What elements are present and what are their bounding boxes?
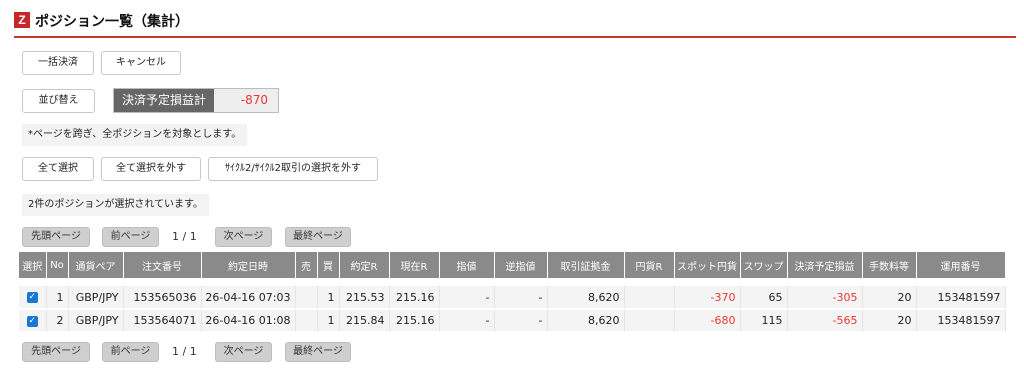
col-stop: 逆指値 xyxy=(494,252,548,278)
scope-note: *ページを跨ぎ、全ポジションを対象とします。 xyxy=(22,124,248,146)
table-header-row: 選択 No 通貨ペア 注文番号 約定日時 売 買 約定R 現在R 指値 逆指値 … xyxy=(19,252,1006,278)
cell-yen-rate xyxy=(624,309,675,333)
cell-no: 2 xyxy=(46,309,69,333)
checkmark-icon: ✓ xyxy=(26,292,38,303)
col-spot: スポット円貨 xyxy=(674,252,741,278)
cell-current: 215.16 xyxy=(389,286,440,310)
col-no: No xyxy=(46,252,69,278)
cell-swap: 65 xyxy=(740,286,788,310)
page-title: ポジション一覧（集計） xyxy=(35,14,189,30)
cell-spot: -370 xyxy=(674,286,741,310)
row-checkbox[interactable]: ✓ xyxy=(19,309,47,333)
col-margin: 取引証拠金 xyxy=(547,252,625,278)
row-checkbox[interactable]: ✓ xyxy=(19,286,47,310)
bulk-settle-button[interactable]: 一括決済 xyxy=(22,51,94,75)
cell-swap: 115 xyxy=(740,309,788,333)
cell-current: 215.16 xyxy=(389,309,440,333)
cancel-button[interactable]: キャンセル xyxy=(101,51,181,75)
col-yen-rate: 円貨R xyxy=(624,252,675,278)
col-limit: 指値 xyxy=(439,252,495,278)
col-pnl: 決済予定損益 xyxy=(787,252,863,278)
sort-button[interactable]: 並び替え xyxy=(22,89,95,113)
pnl-total-value: -870 xyxy=(214,89,278,112)
next-page-button[interactable]: 次ページ xyxy=(215,227,272,247)
cell-limit: - xyxy=(439,286,495,310)
col-order-no: 注文番号 xyxy=(123,252,202,278)
cell-op-no: 153481597 xyxy=(916,286,1006,310)
cell-buy: 1 xyxy=(317,286,340,310)
first-page-button[interactable]: 先頭ページ xyxy=(22,227,90,247)
cell-spot: -680 xyxy=(674,309,741,333)
page-indicator: 1 / 1 xyxy=(172,230,197,243)
cell-sell xyxy=(295,309,318,333)
brand-logo: Z xyxy=(14,12,30,28)
col-op-no: 運用番号 xyxy=(916,252,1006,278)
deselect-all-button[interactable]: 全て選択を外す xyxy=(101,157,201,181)
last-page-button-bottom[interactable]: 最終ページ xyxy=(285,342,351,362)
cell-buy: 1 xyxy=(317,309,340,333)
pnl-total-box: 決済予定損益計 -870 xyxy=(113,88,279,113)
next-page-button-bottom[interactable]: 次ページ xyxy=(215,342,272,362)
cell-stop: - xyxy=(494,309,548,333)
col-current: 現在R xyxy=(389,252,440,278)
cell-rate: 215.53 xyxy=(339,286,390,310)
col-select: 選択 xyxy=(19,252,47,278)
col-datetime: 約定日時 xyxy=(201,252,296,278)
positions-table: 選択 No 通貨ペア 注文番号 約定日時 売 買 約定R 現在R 指値 逆指値 … xyxy=(19,252,1006,333)
cell-pnl: -565 xyxy=(787,309,863,333)
cell-pnl: -305 xyxy=(787,286,863,310)
cell-order-no: 153564071 xyxy=(123,309,202,333)
cell-limit: - xyxy=(439,309,495,333)
cell-rate: 215.84 xyxy=(339,309,390,333)
cell-fee: 20 xyxy=(862,309,917,333)
table-row[interactable]: ✓ 2 GBP/JPY 153564071 26-04-16 01:08 1 2… xyxy=(19,309,1006,333)
selection-status: 2件のポジションが選択されています。 xyxy=(22,194,210,216)
col-pair: 通貨ペア xyxy=(68,252,124,278)
prev-page-button[interactable]: 前ページ xyxy=(102,227,159,247)
cell-yen-rate xyxy=(624,286,675,310)
cell-datetime: 26-04-16 01:08 xyxy=(201,309,296,333)
cell-pair: GBP/JPY xyxy=(68,286,124,310)
checkmark-icon: ✓ xyxy=(26,315,38,327)
page-indicator-bottom: 1 / 1 xyxy=(172,345,197,358)
last-page-button[interactable]: 最終ページ xyxy=(285,227,351,247)
cell-no: 1 xyxy=(46,286,69,310)
prev-page-button-bottom[interactable]: 前ページ xyxy=(102,342,159,362)
col-rate: 約定R xyxy=(339,252,390,278)
col-sell: 売 xyxy=(295,252,318,278)
cell-pair: GBP/JPY xyxy=(68,309,124,333)
select-all-button[interactable]: 全て選択 xyxy=(22,157,94,181)
cell-margin: 8,620 xyxy=(547,286,625,310)
cell-sell xyxy=(295,286,318,310)
cell-stop: - xyxy=(494,286,548,310)
cell-op-no: 153481597 xyxy=(916,309,1006,333)
pnl-total-label: 決済予定損益計 xyxy=(114,89,214,112)
deselect-cycle-button[interactable]: ｻｲｸﾙ2/ｻｲｸﾙ2取引の選択を外す xyxy=(208,157,378,181)
col-swap: スワップ xyxy=(740,252,788,278)
col-fee: 手数料等 xyxy=(862,252,917,278)
page-header: Z ポジション一覧（集計） xyxy=(14,10,1016,38)
cell-datetime: 26-04-16 07:03 xyxy=(201,286,296,310)
cell-margin: 8,620 xyxy=(547,309,625,333)
cell-fee: 20 xyxy=(862,286,917,310)
table-row[interactable]: ✓ 1 GBP/JPY 153565036 26-04-16 07:03 1 2… xyxy=(19,286,1006,310)
first-page-button-bottom[interactable]: 先頭ページ xyxy=(22,342,90,362)
col-buy: 買 xyxy=(317,252,340,278)
cell-order-no: 153565036 xyxy=(123,286,202,310)
